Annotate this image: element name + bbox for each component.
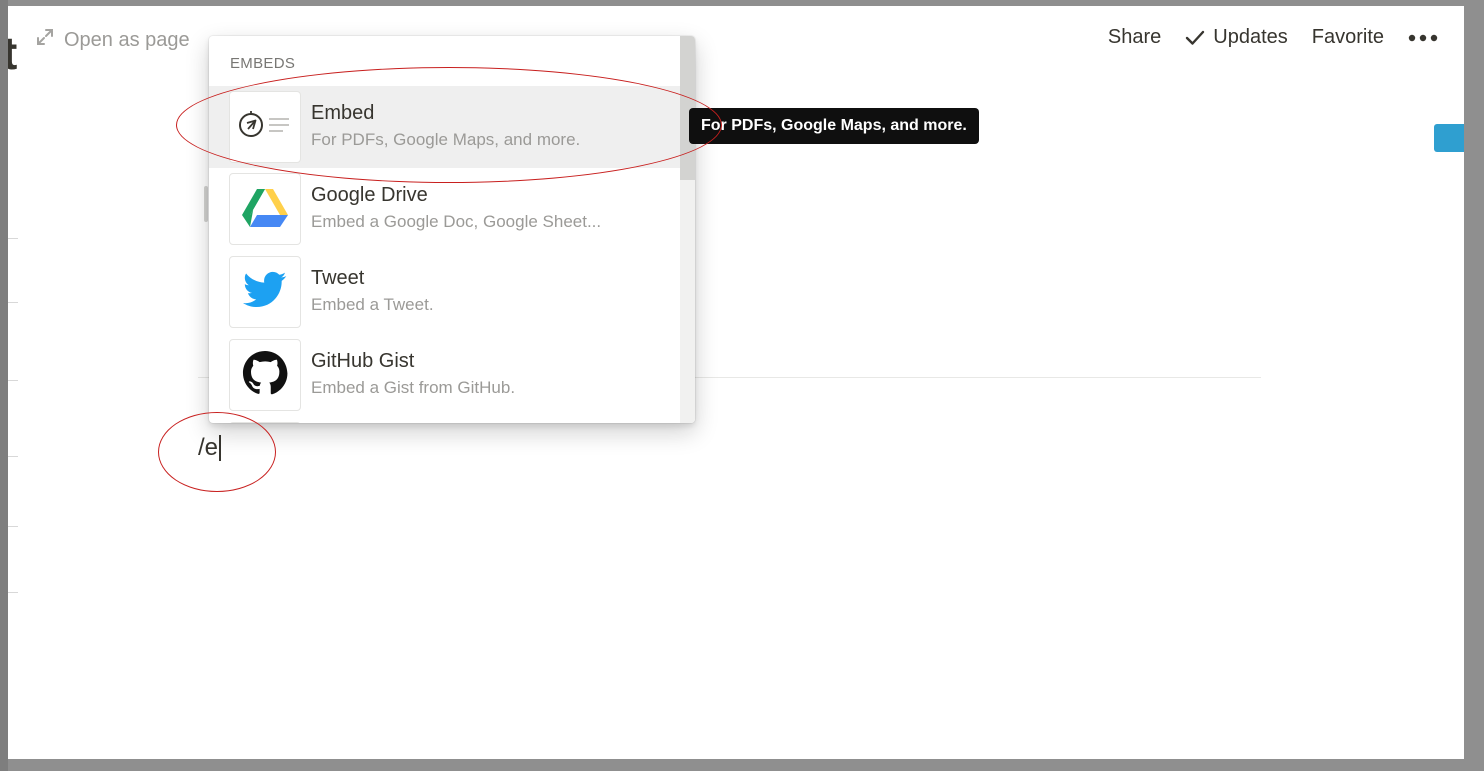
menu-item-title: Google Drive [311, 184, 428, 206]
top-actions: Share Updates Favorite [1108, 26, 1438, 49]
background-row-divider [8, 456, 18, 457]
github-icon [242, 350, 288, 401]
share-button[interactable]: Share [1108, 26, 1161, 49]
background-row-divider [8, 302, 18, 303]
text-caret [219, 435, 221, 461]
background-row-divider [8, 380, 18, 381]
item-thumbnail [229, 256, 301, 328]
updates-button[interactable]: Updates [1185, 26, 1288, 49]
favorite-label: Favorite [1311, 26, 1384, 48]
item-thumbnail [229, 422, 301, 423]
menu-item-partial[interactable] [209, 417, 680, 423]
menu-item-description: For PDFs, Google Maps, and more. [311, 130, 581, 149]
open-as-page-label: Open as page [64, 28, 190, 51]
menu-item-title: Embed [311, 102, 375, 124]
background-row-divider [8, 592, 18, 593]
updates-label: Updates [1213, 26, 1288, 48]
item-thumbnail [229, 339, 301, 411]
menu-item-google-drive[interactable]: Google Drive Embed a Google Doc, Google … [209, 168, 680, 250]
twitter-bird-icon [243, 271, 287, 314]
menu-item-embed[interactable]: Embed For PDFs, Google Maps, and more. [209, 86, 680, 168]
menu-item-title: Tweet [311, 267, 365, 289]
menu-item-description: Embed a Gist from GitHub. [311, 378, 516, 397]
more-horizontal-icon [1408, 33, 1438, 43]
page-block-handle [204, 186, 208, 222]
share-label: Share [1107, 26, 1162, 48]
more-options-button[interactable] [1408, 33, 1438, 43]
menu-item-title: GitHub Gist [311, 350, 415, 372]
google-drive-icon [242, 187, 288, 232]
compass-embed-icon [235, 105, 295, 150]
page-peek-modal: t Open as page Share Updates Favorite /e… [8, 6, 1464, 759]
editor-text-block[interactable]: /e [198, 434, 221, 462]
background-row-divider [8, 526, 18, 527]
item-thumbnail [229, 173, 301, 245]
background-page-fragment: t [8, 27, 18, 79]
item-thumbnail [229, 91, 301, 163]
checkmark-icon [1185, 29, 1205, 47]
favorite-button[interactable]: Favorite [1312, 26, 1384, 49]
background-new-button-fragment [1434, 124, 1464, 152]
embed-command-menu: EMBEDS Embed For PDFs, Google Maps, and … [209, 36, 695, 423]
menu-item-description: Embed a Tweet. [311, 295, 434, 314]
embed-tooltip: For PDFs, Google Maps, and more. [689, 108, 979, 144]
background-row-divider [8, 238, 18, 239]
menu-item-tweet[interactable]: Tweet Embed a Tweet. [209, 251, 680, 333]
expand-arrows-icon [36, 28, 54, 52]
menu-section-label: EMBEDS [230, 55, 296, 72]
menu-item-github-gist[interactable]: GitHub Gist Embed a Gist from GitHub. [209, 334, 680, 416]
backdrop-strip [0, 0, 8, 771]
menu-item-description: Embed a Google Doc, Google Sheet... [311, 212, 602, 231]
slash-command-text: /e [198, 434, 219, 461]
open-as-page-button[interactable]: Open as page [36, 28, 190, 52]
